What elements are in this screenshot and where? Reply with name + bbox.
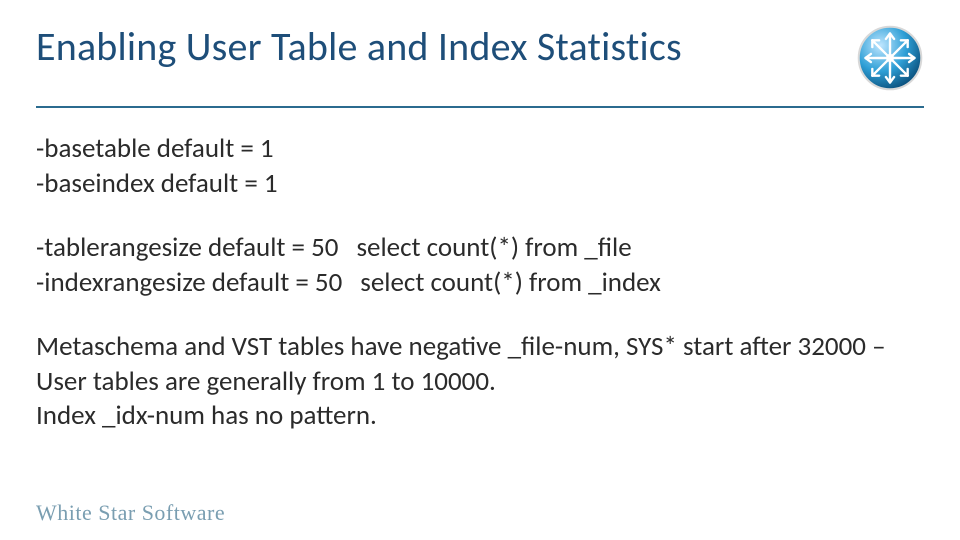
block-base-defaults: -basetable default = 1 -baseindex defaul… — [36, 132, 924, 201]
indexrange-param: -indexrangesize default = 50 — [36, 266, 342, 301]
title-divider — [36, 106, 924, 108]
footer-brand: White Star Software — [36, 500, 225, 525]
footer: White Star Software — [36, 500, 225, 526]
line-indexrange: -indexrangesize default = 50 select coun… — [36, 266, 924, 301]
slide: Enabling User Table and Index Statistics — [0, 0, 960, 540]
tablerange-param: -tablerangesize default = 50 — [36, 231, 338, 266]
note-paragraph-2: Index _idx-num has no pattern. — [36, 399, 924, 434]
title-row: Enabling User Table and Index Statistics — [36, 24, 924, 92]
indexrange-query: select count(*) from _index — [360, 266, 661, 301]
slide-title: Enabling User Table and Index Statistics — [36, 24, 682, 70]
note-paragraph-1: Metaschema and VST tables have negative … — [36, 330, 924, 399]
line-tablerange: -tablerangesize default = 50 select coun… — [36, 231, 924, 266]
block-range-defaults: -tablerangesize default = 50 select coun… — [36, 231, 924, 300]
tablerange-query: select count(*) from _file — [356, 231, 631, 266]
slide-body: -basetable default = 1 -baseindex defaul… — [36, 132, 924, 434]
block-notes: Metaschema and VST tables have negative … — [36, 330, 924, 434]
line-baseindex: -baseindex default = 1 — [36, 167, 924, 202]
snowflake-badge-icon — [856, 24, 924, 92]
line-basetable: -basetable default = 1 — [36, 132, 924, 167]
